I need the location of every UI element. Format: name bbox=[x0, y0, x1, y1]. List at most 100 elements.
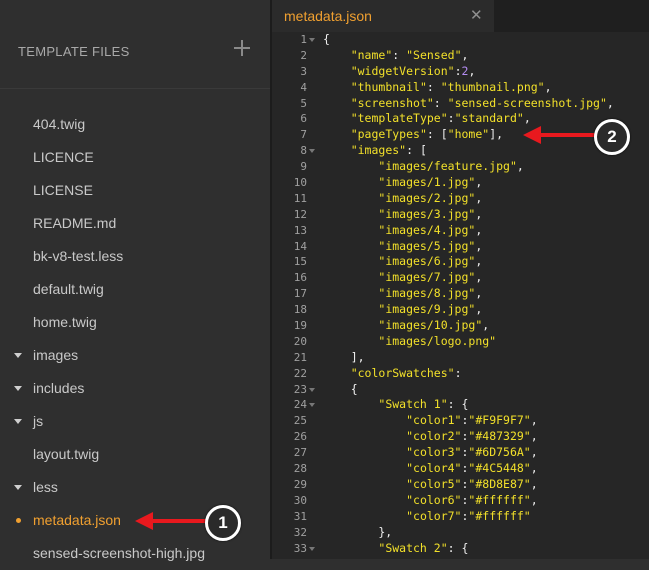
file-label: 404.twig bbox=[33, 116, 86, 132]
code-line[interactable]: 6 "templateType":"standard", bbox=[272, 111, 649, 127]
code-line[interactable]: 14 "images/5.jpg", bbox=[272, 239, 649, 255]
code-text: "pageTypes": ["home"], bbox=[350, 127, 504, 142]
line-number: 26 bbox=[293, 430, 307, 444]
code-line[interactable]: 2 "name": "Sensed", bbox=[272, 48, 649, 64]
file-item[interactable]: bk-v8-test.less bbox=[0, 240, 270, 273]
code-line[interactable]: 12 "images/3.jpg", bbox=[272, 207, 649, 223]
code-line[interactable]: 3 "widgetVersion":2, bbox=[272, 64, 649, 80]
tab-metadata-json[interactable]: metadata.json ✕ bbox=[272, 0, 494, 32]
code-text: "color3":"#6D756A", bbox=[406, 445, 538, 460]
line-number: 20 bbox=[293, 334, 307, 348]
code-text: "thumbnail": "thumbnail.png", bbox=[350, 79, 552, 94]
file-item[interactable]: sensed-screenshot-high.jpg bbox=[0, 537, 270, 570]
file-item[interactable]: LICENCE bbox=[0, 141, 270, 174]
code-editor[interactable]: metadata.json ✕ 1{2 "name": "Sensed", 3 "… bbox=[272, 0, 649, 559]
code-line[interactable]: 15 "images/6.jpg", bbox=[272, 254, 649, 270]
code-line[interactable]: 33 "Swatch 2": { bbox=[272, 541, 649, 557]
file-item[interactable]: README.md bbox=[0, 207, 270, 240]
fold-icon[interactable] bbox=[309, 38, 315, 42]
code-text: ], bbox=[323, 349, 365, 364]
code-line[interactable]: 25 "color1":"#F9F9F7", bbox=[272, 413, 649, 429]
line-number: 22 bbox=[293, 366, 307, 380]
code-line[interactable]: 32 }, bbox=[272, 525, 649, 541]
chevron-down-icon[interactable] bbox=[14, 386, 22, 391]
code-text: }, bbox=[323, 524, 393, 539]
folder-item[interactable]: images bbox=[0, 339, 270, 372]
code-text: "screenshot": "sensed-screenshot.jpg", bbox=[350, 95, 614, 110]
line-number: 28 bbox=[293, 462, 307, 476]
code-line[interactable]: 5 "screenshot": "sensed-screenshot.jpg", bbox=[272, 96, 649, 112]
code-line[interactable]: 16 "images/7.jpg", bbox=[272, 270, 649, 286]
line-number: 6 bbox=[300, 112, 307, 126]
code-text: "images/7.jpg", bbox=[378, 270, 483, 285]
code-line[interactable]: 9 "images/feature.jpg", bbox=[272, 159, 649, 175]
line-number: 1 bbox=[300, 33, 307, 46]
code-area[interactable]: 1{2 "name": "Sensed", 3 "widgetVersion":2… bbox=[272, 32, 649, 556]
line-number: 7 bbox=[300, 128, 307, 142]
modified-dot-icon bbox=[16, 518, 21, 523]
line-number: 11 bbox=[293, 191, 307, 205]
code-line[interactable]: 20 "images/logo.png" bbox=[272, 334, 649, 350]
fold-icon[interactable] bbox=[309, 149, 315, 154]
code-text: { bbox=[323, 381, 358, 396]
file-sidebar: TEMPLATE FILES 404.twig LICENCE LICENSE REA… bbox=[0, 0, 270, 561]
file-item[interactable]: default.twig bbox=[0, 273, 270, 306]
code-text: "images": [ bbox=[350, 143, 427, 158]
code-line[interactable]: 4 "thumbnail": "thumbnail.png", bbox=[272, 80, 649, 96]
code-line[interactable]: 10 "images/1.jpg", bbox=[272, 175, 649, 191]
code-line[interactable]: 21 ], bbox=[272, 350, 649, 366]
fold-icon[interactable] bbox=[309, 387, 315, 392]
chevron-down-icon[interactable] bbox=[14, 419, 22, 424]
code-line[interactable]: 18 "images/9.jpg", bbox=[272, 302, 649, 318]
code-line[interactable]: 29 "color5":"#8D8E87", bbox=[272, 477, 649, 493]
code-text: "images/2.jpg", bbox=[378, 190, 483, 205]
file-tree: 404.twig LICENCE LICENSE README.md bk-v8-tes… bbox=[0, 108, 270, 570]
line-number: 16 bbox=[293, 271, 307, 285]
code-line[interactable]: 13 "images/4.jpg", bbox=[272, 223, 649, 239]
code-line[interactable]: 1{ bbox=[272, 32, 649, 48]
line-number: 27 bbox=[293, 446, 307, 460]
code-line[interactable]: 17 "images/8.jpg", bbox=[272, 286, 649, 302]
code-line[interactable]: 31 "color7":"#ffffff" bbox=[272, 509, 649, 525]
plus-icon[interactable] bbox=[232, 38, 252, 58]
code-line[interactable]: 30 "color6":"#ffffff", bbox=[272, 493, 649, 509]
code-text: "images/feature.jpg", bbox=[378, 159, 524, 174]
folder-item[interactable]: includes bbox=[0, 372, 270, 405]
code-line[interactable]: 28 "color4":"#4C5448", bbox=[272, 461, 649, 477]
file-label: default.twig bbox=[33, 281, 104, 297]
template-files-heading: TEMPLATE FILES bbox=[18, 44, 130, 59]
code-line[interactable]: 24 "Swatch 1": { bbox=[272, 397, 649, 413]
file-label: LICENSE bbox=[33, 182, 93, 198]
file-item[interactable]: layout.twig bbox=[0, 438, 270, 471]
file-label: includes bbox=[33, 380, 85, 396]
line-number: 9 bbox=[300, 160, 307, 174]
code-text: "name": "Sensed", bbox=[350, 47, 469, 62]
code-line[interactable]: 22 "colorSwatches": bbox=[272, 366, 649, 382]
file-item[interactable]: LICENSE bbox=[0, 174, 270, 207]
close-icon[interactable]: ✕ bbox=[470, 8, 483, 23]
file-item[interactable]: home.twig bbox=[0, 306, 270, 339]
code-line[interactable]: 11 "images/2.jpg", bbox=[272, 191, 649, 207]
fold-icon[interactable] bbox=[309, 546, 315, 551]
chevron-down-icon[interactable] bbox=[14, 353, 22, 358]
fold-icon[interactable] bbox=[309, 403, 315, 408]
code-text: "color7":"#ffffff" bbox=[406, 508, 531, 523]
callout-badge: 1 bbox=[205, 505, 241, 541]
code-line[interactable]: 27 "color3":"#6D756A", bbox=[272, 445, 649, 461]
code-line[interactable]: 23 { bbox=[272, 382, 649, 398]
code-text: "images/6.jpg", bbox=[378, 254, 483, 269]
file-label: README.md bbox=[33, 215, 117, 231]
code-line[interactable]: 19 "images/10.jpg", bbox=[272, 318, 649, 334]
folder-item[interactable]: js bbox=[0, 405, 270, 438]
code-text: "images/4.jpg", bbox=[378, 222, 483, 237]
file-item[interactable]: 404.twig bbox=[0, 108, 270, 141]
line-number: 14 bbox=[293, 239, 307, 253]
callout-arrow-line bbox=[150, 519, 208, 523]
code-line[interactable]: 26 "color2":"#487329", bbox=[272, 429, 649, 445]
chevron-down-icon[interactable] bbox=[14, 485, 22, 490]
code-text: "images/logo.png" bbox=[378, 333, 497, 348]
code-text: "color2":"#487329", bbox=[406, 429, 538, 444]
code-line[interactable]: 8 "images": [ bbox=[272, 143, 649, 159]
line-number: 15 bbox=[293, 255, 307, 269]
folder-item[interactable]: less bbox=[0, 471, 270, 504]
